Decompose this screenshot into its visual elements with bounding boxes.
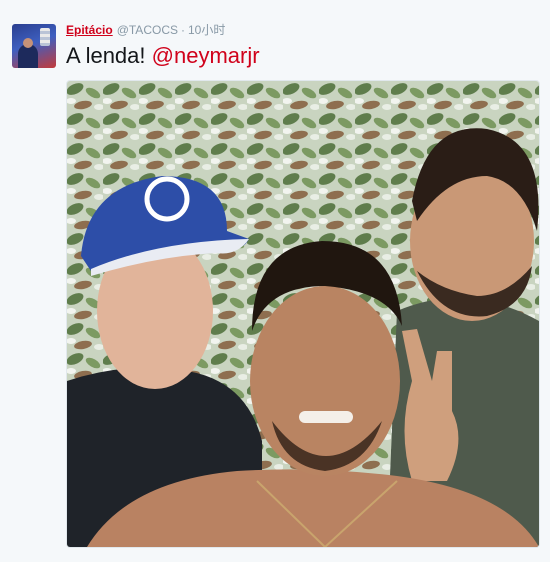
tweet-card: Epitácio @TACOCS · 10小时 A lenda! @neymarjr [0, 0, 550, 562]
tweet-photo[interactable] [66, 80, 540, 548]
tweet-timestamp[interactable]: 10小时 [188, 23, 225, 37]
tweet-header: Epitácio @TACOCS · 10小时 [66, 22, 225, 38]
separator-dot: · [180, 23, 185, 37]
tweet-text-body: A lenda! [66, 43, 152, 68]
trophy-icon [40, 28, 50, 46]
selfie-photo-image [67, 81, 539, 547]
author-handle[interactable]: @TACOCS [117, 23, 178, 37]
mention-link[interactable]: @neymarjr [152, 43, 260, 68]
tweet-text: A lenda! @neymarjr [66, 42, 260, 70]
avatar[interactable] [12, 24, 56, 68]
avatar-head-shape [23, 38, 33, 48]
author-name-link[interactable]: Epitácio [66, 23, 113, 37]
